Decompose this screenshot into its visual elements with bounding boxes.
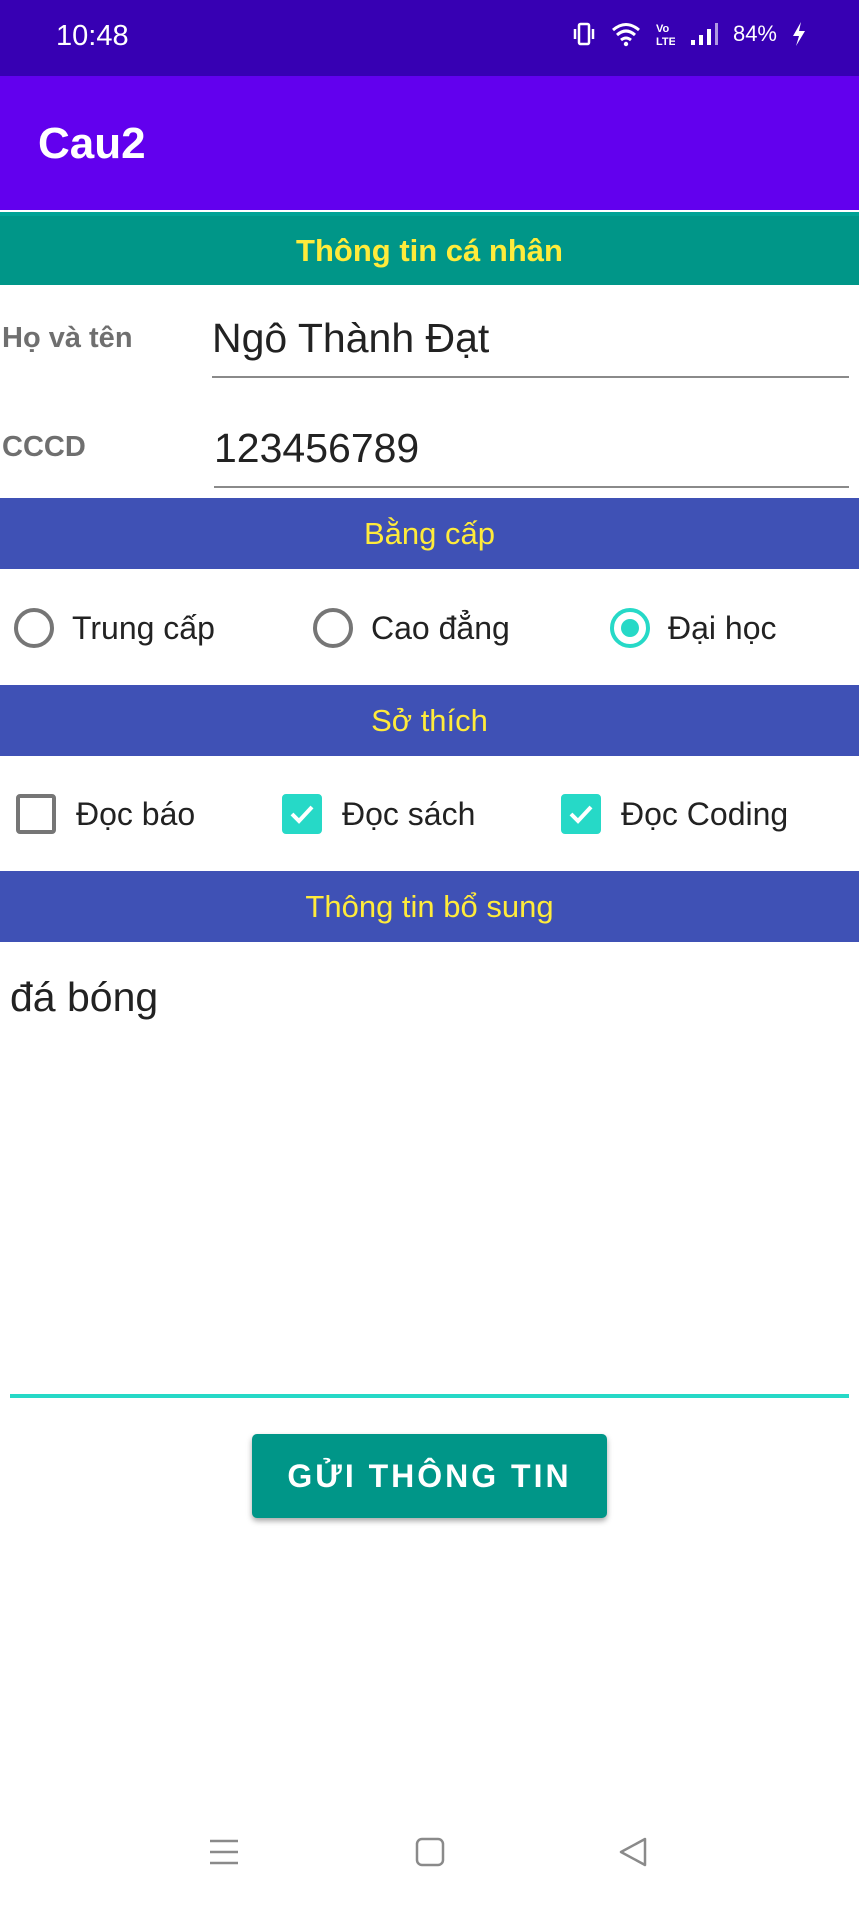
nav-back-icon[interactable] xyxy=(617,1836,649,1868)
name-label: Họ và tên xyxy=(2,322,133,354)
nav-menu-icon[interactable] xyxy=(208,1836,240,1868)
radio-dai-hoc[interactable]: Đại học xyxy=(610,608,777,648)
radio-trung-cap[interactable]: Trung cấp xyxy=(14,608,215,648)
section-header-extra: Thông tin bổ sung xyxy=(0,871,859,942)
charging-icon xyxy=(793,22,805,46)
extra-info-textarea[interactable]: đá bóng xyxy=(10,952,849,1398)
submit-button[interactable]: GỬI THÔNG TIN xyxy=(252,1434,607,1518)
status-icons: Vo LTE 84% xyxy=(571,20,807,48)
checkbox-label: Đọc Coding xyxy=(621,795,789,832)
radio-label: Đại học xyxy=(668,609,777,646)
radio-cao-dang[interactable]: Cao đẳng xyxy=(313,608,510,648)
section-header-hobby: Sở thích xyxy=(0,685,859,756)
cccd-label: CCCD xyxy=(2,431,86,463)
signal-icon xyxy=(690,23,718,45)
radio-label: Trung cấp xyxy=(72,609,215,646)
section-header-degree: Bằng cấp xyxy=(0,498,859,569)
wifi-icon xyxy=(611,23,640,47)
radio-label: Cao đẳng xyxy=(371,609,510,646)
checkbox-doc-sach[interactable]: Đọc sách xyxy=(282,794,475,834)
checkbox-checked-icon[interactable] xyxy=(561,794,601,834)
radio-circle-icon[interactable] xyxy=(14,608,54,648)
checkbox-label: Đọc sách xyxy=(342,795,476,832)
checkbox-label: Đọc báo xyxy=(76,795,196,832)
checkbox-checked-icon[interactable] xyxy=(282,794,322,834)
section-header-personal: Thông tin cá nhân xyxy=(0,212,859,285)
checkbox-doc-bao[interactable]: Đọc báo xyxy=(16,794,195,834)
radio-selected-icon[interactable] xyxy=(610,608,650,648)
volte-icon: Vo LTE xyxy=(656,23,675,48)
cccd-input[interactable] xyxy=(214,418,849,488)
name-input[interactable] xyxy=(212,308,849,378)
svg-text:LTE: LTE xyxy=(656,36,675,48)
status-time: 10:48 xyxy=(56,20,129,52)
app-title: Cau2 xyxy=(38,119,146,168)
checkbox-unchecked-icon[interactable] xyxy=(16,794,56,834)
checkbox-doc-coding[interactable]: Đọc Coding xyxy=(561,794,788,834)
vibrate-icon xyxy=(573,22,595,46)
radio-circle-icon[interactable] xyxy=(313,608,353,648)
nav-home-icon[interactable] xyxy=(414,1836,446,1868)
battery-level: 84% xyxy=(732,21,777,46)
svg-text:Vo: Vo xyxy=(656,23,670,35)
